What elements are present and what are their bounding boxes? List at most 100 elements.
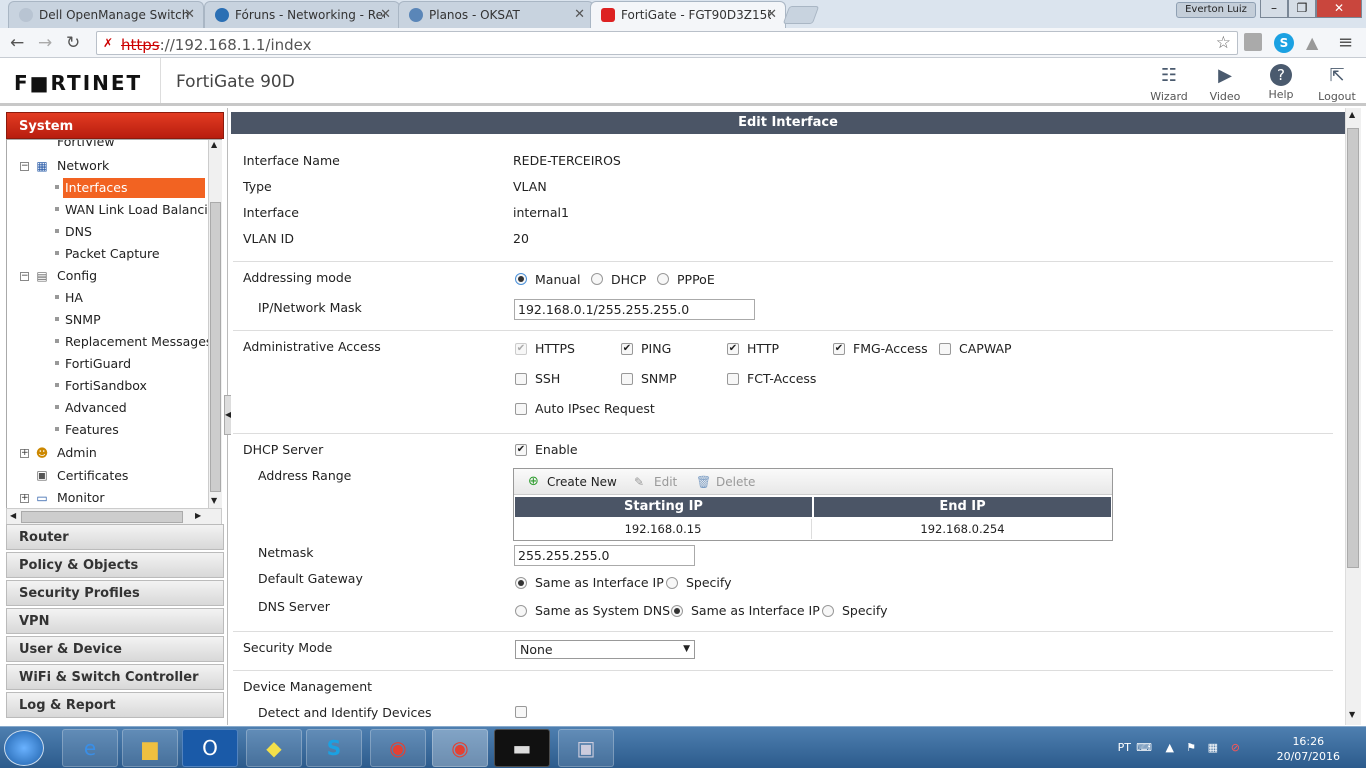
fmg-access-checkbox[interactable]: ✔ xyxy=(833,343,845,355)
detect-devices-checkbox[interactable] xyxy=(515,706,527,718)
menu-router[interactable]: Router xyxy=(6,524,224,550)
dns-specify-radio[interactable] xyxy=(822,605,834,617)
starting-ip-cell[interactable]: 192.168.0.15 xyxy=(515,519,812,539)
collapse-icon[interactable]: − xyxy=(20,272,29,281)
close-window-button[interactable]: ✕ xyxy=(1316,0,1362,18)
forward-icon[interactable]: → xyxy=(38,33,52,53)
tree-item-features[interactable]: Features xyxy=(65,420,119,440)
netmask-input[interactable]: 255.255.255.0 xyxy=(514,545,695,566)
drive-extension-icon[interactable]: ▲ xyxy=(1306,33,1318,52)
profile-button[interactable]: Everton Luiz xyxy=(1176,2,1256,18)
scrollbar-thumb[interactable] xyxy=(21,511,183,523)
tree-item-packet-capture[interactable]: Packet Capture xyxy=(65,244,160,264)
command-prompt-icon[interactable]: ▬ xyxy=(494,729,550,767)
scroll-down-icon[interactable]: ▼ xyxy=(211,496,217,505)
tree-item-fortiguard[interactable]: FortiGuard xyxy=(65,354,131,374)
menu-security-profiles[interactable]: Security Profiles xyxy=(6,580,224,606)
skype-icon[interactable]: S xyxy=(306,729,362,767)
scroll-up-icon[interactable]: ▲ xyxy=(211,140,217,149)
menu-vpn[interactable]: VPN xyxy=(6,608,224,634)
network-tray-icon[interactable]: ▦ xyxy=(1208,741,1218,754)
restore-button[interactable]: ❐ xyxy=(1288,0,1316,18)
end-ip-cell[interactable]: 192.168.0.254 xyxy=(814,519,1111,539)
tree-item-config[interactable]: Config xyxy=(57,266,97,286)
internet-explorer-icon[interactable]: e xyxy=(62,729,118,767)
create-new-button[interactable]: Create New xyxy=(547,475,617,489)
menu-user-device[interactable]: User & Device xyxy=(6,636,224,662)
addressing-dhcp-radio[interactable] xyxy=(591,273,603,285)
close-icon[interactable]: ✕ xyxy=(766,7,777,22)
sticky-notes-icon[interactable]: ◆ xyxy=(246,729,302,767)
security-mode-select[interactable]: None ▼ xyxy=(515,640,695,659)
http-checkbox[interactable]: ✔ xyxy=(727,343,739,355)
keyboard-icon[interactable]: ⌨ xyxy=(1136,741,1152,754)
bookmark-star-icon[interactable]: ☆ xyxy=(1216,33,1231,53)
dns-system-radio[interactable] xyxy=(515,605,527,617)
flag-icon[interactable]: ⚑ xyxy=(1186,741,1196,754)
tree-item-certificates[interactable]: Certificates xyxy=(57,466,128,486)
file-explorer-icon[interactable]: ▆ xyxy=(122,729,178,767)
tree-item-fortiview[interactable]: FortiView xyxy=(57,140,115,152)
ssh-checkbox[interactable] xyxy=(515,373,527,385)
starting-ip-header[interactable]: Starting IP xyxy=(515,497,812,517)
expand-icon[interactable]: + xyxy=(20,494,29,503)
menu-log-report[interactable]: Log & Report xyxy=(6,692,224,718)
tree-item-fortisandbox[interactable]: FortiSandbox xyxy=(65,376,147,396)
addressing-manual-radio[interactable] xyxy=(515,273,527,285)
skype-extension-icon[interactable]: S xyxy=(1274,33,1294,53)
new-tab-button[interactable] xyxy=(782,6,820,24)
menu-icon[interactable]: ≡ xyxy=(1338,32,1353,53)
scrollbar-thumb[interactable] xyxy=(210,202,221,492)
edit-button[interactable]: Edit xyxy=(654,475,677,489)
scroll-down-icon[interactable]: ▼ xyxy=(1349,710,1355,719)
close-icon[interactable]: ✕ xyxy=(574,7,585,22)
video-button[interactable]: ▶ Video xyxy=(1198,64,1252,103)
remote-desktop-icon[interactable]: ▣ xyxy=(558,729,614,767)
tree-item-network[interactable]: Network xyxy=(57,156,109,176)
tree-item-snmp[interactable]: SNMP xyxy=(65,310,101,330)
tree-item-dns[interactable]: DNS xyxy=(65,222,92,242)
snmp-checkbox[interactable] xyxy=(621,373,633,385)
browser-tab-3[interactable]: Planos - OKSAT ✕ xyxy=(398,1,594,28)
minimize-button[interactable]: – xyxy=(1260,0,1288,18)
fct-access-checkbox[interactable] xyxy=(727,373,739,385)
sidebar-section-system[interactable]: System xyxy=(6,112,224,139)
tree-item-ha[interactable]: HA xyxy=(65,288,83,308)
back-icon[interactable]: ← xyxy=(10,33,24,53)
tree-item-interfaces[interactable]: Interfaces xyxy=(63,178,205,198)
ip-mask-input[interactable]: 192.168.0.1/255.255.255.0 xyxy=(514,299,755,320)
addressing-pppoe-radio[interactable] xyxy=(657,273,669,285)
ping-checkbox[interactable]: ✔ xyxy=(621,343,633,355)
browser-tab-1[interactable]: Dell OpenManage Switch ✕ xyxy=(8,1,204,28)
browser-tab-2[interactable]: Fóruns - Networking - Rec ✕ xyxy=(204,1,400,28)
clock[interactable]: 16:26 20/07/2016 xyxy=(1277,734,1340,764)
language-indicator[interactable]: PT xyxy=(1118,741,1131,754)
close-icon[interactable]: ✕ xyxy=(184,7,195,22)
chrome-active-icon[interactable]: ◉ xyxy=(432,729,488,767)
browser-tab-4[interactable]: FortiGate - FGT90D3Z150 ✕ xyxy=(590,1,786,29)
collapse-icon[interactable]: − xyxy=(20,162,29,171)
start-button[interactable] xyxy=(4,730,44,766)
tree-item-wan-link[interactable]: WAN Link Load Balancir xyxy=(65,200,213,220)
wizard-button[interactable]: ☷ Wizard xyxy=(1142,64,1196,103)
reload-icon[interactable]: ↻ xyxy=(66,33,80,53)
tree-item-admin[interactable]: Admin xyxy=(57,443,97,463)
scrollbar-thumb[interactable] xyxy=(1347,128,1359,568)
close-icon[interactable]: ✕ xyxy=(380,7,391,22)
outlook-icon[interactable]: O xyxy=(182,729,238,767)
extension-icon[interactable] xyxy=(1244,33,1262,51)
tree-item-advanced[interactable]: Advanced xyxy=(65,398,127,418)
auto-ipsec-checkbox[interactable] xyxy=(515,403,527,415)
capwap-checkbox[interactable] xyxy=(939,343,951,355)
dhcp-enable-checkbox[interactable]: ✔ xyxy=(515,444,527,456)
logout-button[interactable]: ⇱ Logout xyxy=(1310,64,1364,103)
tree-item-monitor[interactable]: Monitor xyxy=(57,488,105,508)
gateway-same-radio[interactable] xyxy=(515,577,527,589)
chrome-icon[interactable]: ◉ xyxy=(370,729,426,767)
url-bar[interactable]: ✗ https://192.168.1.1/index ☆ xyxy=(96,31,1238,55)
scroll-right-icon[interactable]: ▶ xyxy=(195,511,201,520)
delete-button[interactable]: Delete xyxy=(716,475,755,489)
menu-policy-objects[interactable]: Policy & Objects xyxy=(6,552,224,578)
gateway-specify-radio[interactable] xyxy=(666,577,678,589)
show-hidden-icons[interactable]: ▲ xyxy=(1166,741,1174,754)
